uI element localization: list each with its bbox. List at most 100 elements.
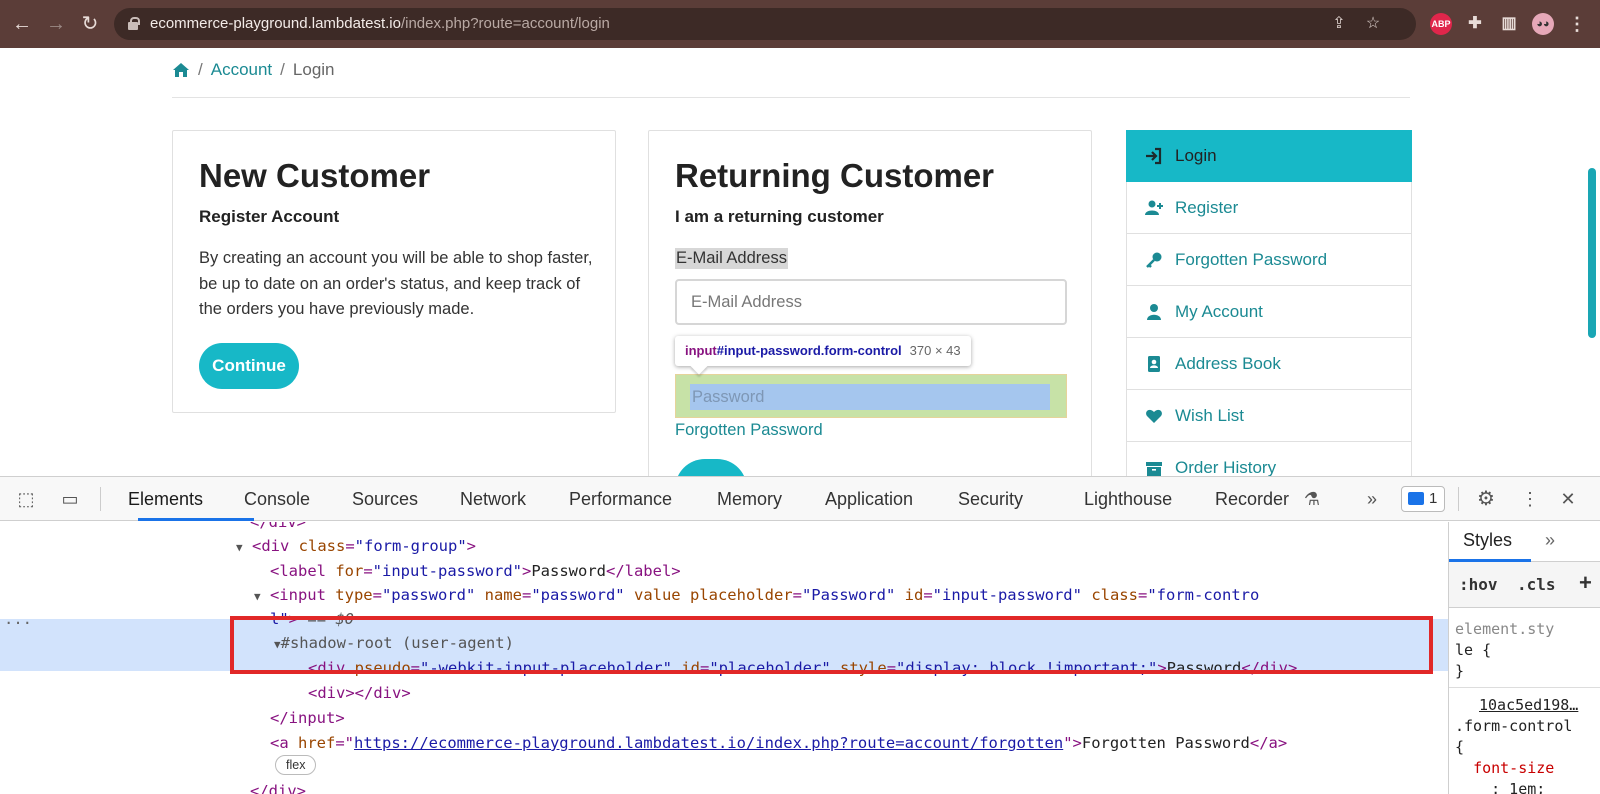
flex-badge[interactable]: flex [275, 755, 317, 775]
sidebar-item-label: Forgotten Password [1175, 249, 1328, 269]
tab-recorder[interactable]: Recorder [1215, 477, 1289, 521]
page-scrollbar[interactable] [1588, 168, 1596, 338]
inspect-element-icon[interactable]: ⬚ [14, 487, 38, 511]
email-field[interactable]: E-Mail Address [675, 279, 1067, 325]
address-book-icon [1143, 355, 1165, 373]
toolbar-separator [100, 487, 101, 511]
cls-toggle[interactable]: .cls [1517, 575, 1556, 594]
tab-application[interactable]: Application [825, 477, 913, 521]
rule-divider [1449, 687, 1600, 688]
breadcrumb-account-link[interactable]: Account [211, 60, 272, 80]
sidebar-item-label: Login [1175, 146, 1217, 165]
back-arrow-icon[interactable]: ← [10, 12, 34, 36]
side-panel-icon[interactable]: ▥ [1498, 13, 1520, 35]
password-field[interactable]: Password [690, 384, 1050, 410]
code-line-selected[interactable]: ▼ <input type="password" name="password"… [254, 583, 1259, 607]
returning-customer-subtitle: I am a returning customer [675, 207, 884, 226]
sidebar-item-order-history[interactable]: Order History [1126, 442, 1412, 476]
key-icon [1143, 251, 1165, 269]
code-line[interactable]: <a href="https://ecommerce-playground.la… [270, 731, 1287, 755]
forgotten-password-link[interactable]: Forgotten Password [675, 421, 823, 440]
lock-icon [128, 17, 140, 30]
extensions-puzzle-icon[interactable]: ✚ [1464, 13, 1486, 35]
continue-button[interactable]: Continue [199, 343, 299, 389]
more-tabs-chevron-icon[interactable]: » [1360, 487, 1384, 511]
sidebar-item-label: Wish List [1175, 405, 1244, 425]
sidebar-item-label: My Account [1175, 301, 1263, 321]
url-text: ecommerce-playground.lambdatest.io/index… [150, 15, 610, 32]
code-line[interactable]: </input> [270, 706, 345, 730]
issues-count: 1 [1429, 490, 1438, 507]
browser-toolbar: ← → ↻ ecommerce-playground.lambdatest.io… [0, 0, 1600, 48]
password-field-highlight[interactable]: Password [675, 374, 1067, 418]
styles-tab-bar: Styles » [1449, 522, 1600, 562]
tab-lighthouse[interactable]: Lighthouse [1084, 477, 1172, 521]
breadcrumb-separator: / [280, 60, 285, 79]
code-line[interactable]: <label for="input-password">Password</la… [270, 559, 681, 583]
hov-toggle[interactable]: :hov [1459, 575, 1498, 594]
forgotten-href-link[interactable]: https://ecommerce-playground.lambdatest.… [354, 734, 1063, 752]
forward-arrow-icon[interactable]: → [44, 12, 68, 36]
kebab-menu-icon[interactable]: ⋮ [1518, 487, 1542, 511]
code-line[interactable]: </div> [250, 779, 306, 794]
returning-customer-card: Returning Customer I am a returning cust… [648, 130, 1092, 476]
devtools-panel: ⬚ ▭ Elements Console Sources Network Per… [0, 476, 1600, 794]
tab-performance[interactable]: Performance [569, 477, 672, 521]
gear-icon[interactable]: ⚙ [1474, 487, 1498, 511]
tab-memory[interactable]: Memory [717, 477, 782, 521]
annotation-highlight-box [230, 616, 1433, 674]
elements-tree: ... </div> ▼ <div class="form-group"> <l… [0, 522, 1448, 794]
new-customer-description: By creating an account you will be able … [199, 249, 593, 318]
sign-in-icon [1143, 147, 1165, 165]
sidebar-item-label: Address Book [1175, 353, 1281, 373]
breadcrumb: / Account / Login [172, 60, 335, 80]
tab-sources[interactable]: Sources [352, 477, 418, 521]
sidebar-item-address-book[interactable]: Address Book [1126, 338, 1412, 390]
more-tabs-chevron-icon[interactable]: » [1545, 530, 1555, 551]
form-control-rule[interactable]: 10ac5ed198… .form-control { font-size : … [1455, 695, 1578, 794]
breadcrumb-separator: / [198, 60, 203, 79]
sidebar-item-my-account[interactable]: My Account [1126, 286, 1412, 338]
reload-icon[interactable]: ↻ [78, 12, 102, 36]
code-line[interactable]: ▼ <div class="form-group"> [236, 534, 476, 558]
tab-elements[interactable]: Elements [128, 477, 203, 521]
sidebar-item-login[interactable]: Login [1126, 130, 1412, 182]
sidebar-item-register[interactable]: Register [1126, 182, 1412, 234]
tab-console[interactable]: Console [244, 477, 310, 521]
sidebar-item-forgotten-password[interactable]: Forgotten Password [1126, 234, 1412, 286]
message-icon [1408, 492, 1424, 505]
device-toggle-icon[interactable]: ▭ [58, 487, 82, 511]
sidebar-item-wish-list[interactable]: Wish List [1126, 390, 1412, 442]
issues-badge[interactable]: 1 [1401, 486, 1445, 512]
new-customer-card: New Customer Register Account By creatin… [172, 130, 616, 413]
sidebar-item-label: Register [1175, 197, 1239, 217]
add-rule-icon[interactable]: + [1579, 570, 1592, 596]
tab-styles[interactable]: Styles [1463, 530, 1512, 551]
star-icon[interactable]: ☆ [1364, 15, 1382, 33]
tab-network[interactable]: Network [460, 477, 526, 521]
element-style-rule[interactable]: element.sty le { } [1455, 619, 1554, 682]
heart-icon [1143, 407, 1165, 425]
code-line[interactable]: </div> [250, 522, 306, 534]
element-inspect-tooltip: input#input-password.form-control 370 × 4… [675, 336, 971, 366]
close-icon[interactable]: ✕ [1556, 487, 1580, 511]
user-plus-icon [1143, 199, 1165, 217]
email-label: E-Mail Address [675, 248, 788, 269]
adblock-extension-icon[interactable]: ABP [1430, 13, 1452, 35]
styles-pane: Styles » :hov .cls + element.sty le { } … [1448, 522, 1600, 794]
home-icon[interactable] [172, 62, 190, 78]
breadcrumb-current: Login [292, 60, 335, 79]
share-icon[interactable]: ⇪ [1330, 15, 1348, 33]
tab-security[interactable]: Security [958, 477, 1023, 521]
code-line[interactable]: <div></div> [308, 681, 411, 705]
returning-customer-title: Returning Customer [675, 157, 995, 194]
browser-menu-icon[interactable]: ⋮ [1566, 13, 1588, 35]
flask-icon: ⚗ [1303, 489, 1321, 509]
profile-avatar-icon[interactable]: ◕◕ [1532, 13, 1554, 35]
page-viewport: / Account / Login New Customer Register … [0, 48, 1600, 476]
node-gutter-dots-icon[interactable]: ... [4, 607, 32, 631]
divider [172, 97, 1410, 98]
active-tab-indicator [138, 518, 254, 521]
address-bar[interactable]: ecommerce-playground.lambdatest.io/index… [114, 8, 1416, 40]
login-button[interactable] [675, 459, 747, 476]
